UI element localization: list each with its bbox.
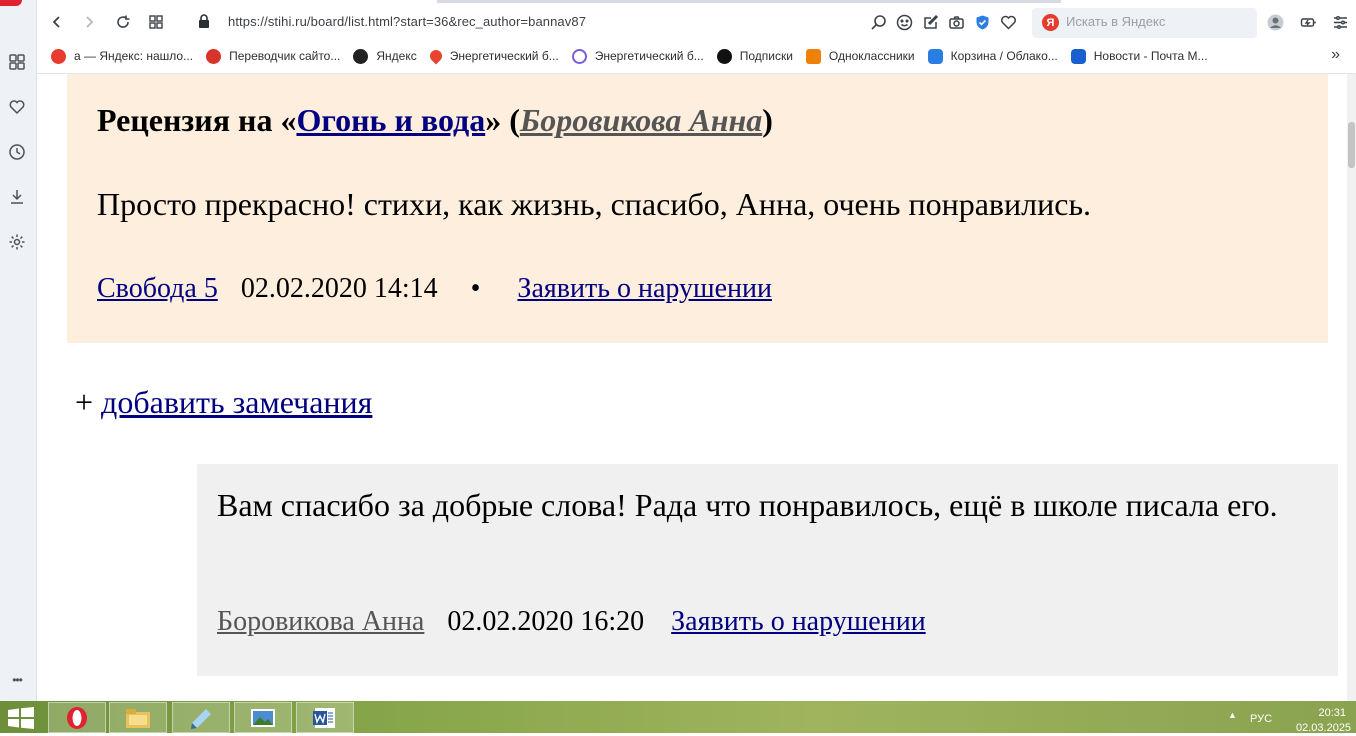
bookmark-label: Одноклассники <box>828 49 915 63</box>
review-date: 02.02.2020 14:14 <box>240 273 438 304</box>
settings-gear-icon[interactable] <box>5 230 29 254</box>
zoom-search-icon[interactable] <box>868 12 888 32</box>
bookmark-label: Энергетический б... <box>594 49 704 63</box>
bookmarks-bar: а — Яндекс: нашло... Переводчик сайто...… <box>37 44 1356 68</box>
tabs-grid-icon[interactable] <box>144 10 168 34</box>
opera-logo-corner[interactable] <box>0 0 22 6</box>
mail-bookmark-icon <box>1070 48 1086 64</box>
bookmark-label: Переводчик сайто... <box>229 49 341 63</box>
windows-taskbar: ▲ РУС 20:31 02.03.2025 <box>0 701 1356 736</box>
odnoklassniki-bookmark-icon <box>805 48 821 64</box>
add-remarks: + добавить замечания <box>75 384 372 421</box>
review-card: Рецензия на «Огонь и вода» (Боровикова А… <box>67 74 1328 343</box>
tray-time: 20:31 <box>1318 707 1346 719</box>
battery-saver-icon[interactable] <box>1298 12 1318 32</box>
scrollbar-thumb[interactable] <box>1348 122 1355 168</box>
yandex-logo-icon: Я <box>1042 14 1059 31</box>
history-clock-icon[interactable] <box>5 140 29 164</box>
reply-date: 02.02.2020 16:20 <box>447 606 645 637</box>
reviewer-link[interactable]: Свобода 5 <box>97 273 218 305</box>
review-meta: Свобода 5 02.02.2020 14:14 • Заявить о н… <box>97 273 772 305</box>
windows-start-icon[interactable] <box>6 707 36 729</box>
browser-sidebar: ••• <box>0 0 37 701</box>
bookmark-item[interactable]: а — Яндекс: нашло... <box>51 48 194 64</box>
edit-note-icon[interactable] <box>920 12 940 32</box>
globe-bookmark-icon <box>571 48 587 64</box>
address-toolbar: https://stihi.ru/board/list.html?start=3… <box>37 0 1356 44</box>
reply-author-link[interactable]: Боровикова Анна <box>217 606 424 638</box>
reply-text: Вам спасибо за добрые слова! Рада что по… <box>217 487 1278 523</box>
bookmark-label: Новости - Почта М... <box>1093 49 1208 63</box>
favorite-heart-icon[interactable] <box>998 12 1018 32</box>
bookmark-label: Корзина / Облако... <box>950 49 1058 63</box>
downloads-icon[interactable] <box>5 185 29 209</box>
bookmark-item[interactable]: Новости - Почта М... <box>1070 48 1208 64</box>
report-violation-link[interactable]: Заявить о нарушении <box>517 273 772 305</box>
poem-author-link[interactable]: Боровикова Анна <box>520 102 762 138</box>
bookmark-item[interactable]: Энергетический б... <box>571 48 704 64</box>
shield-icon[interactable] <box>972 12 992 32</box>
translator-bookmark-icon <box>206 48 222 64</box>
bookmark-item[interactable]: Подписки <box>716 48 793 64</box>
subscriptions-bookmark-icon <box>716 48 732 64</box>
speed-dial-icon[interactable] <box>5 50 29 74</box>
yandex-search-input[interactable] <box>1066 14 1246 29</box>
cloud-bookmark-icon <box>927 48 943 64</box>
tray-expand-icon[interactable]: ▲ <box>1228 710 1237 720</box>
taskbar-file-explorer-icon[interactable] <box>109 702 167 733</box>
bookmark-label: Энергетический б... <box>449 49 559 63</box>
bookmark-item[interactable]: Энергетический б... <box>427 47 559 65</box>
sidebar-more-icon[interactable]: ••• <box>5 668 29 692</box>
easy-setup-menu-icon[interactable] <box>1330 12 1350 32</box>
tray-clock[interactable]: 20:31 02.03.2025 <box>1296 706 1352 736</box>
bookmark-item[interactable]: Одноклассники <box>805 48 915 64</box>
active-tab-indicator <box>437 0 1061 3</box>
reply-card: Вам спасибо за добрые слова! Рада что по… <box>197 464 1338 676</box>
review-text: Просто прекрасно! стихи, как жизнь, спас… <box>97 186 1092 222</box>
emoji-icon[interactable] <box>894 12 914 32</box>
taskbar-image-viewer-icon[interactable] <box>234 702 292 733</box>
map-pin-bookmark-icon <box>427 47 445 65</box>
meta-separator: • <box>470 273 481 304</box>
heart-icon[interactable] <box>5 95 29 119</box>
forward-arrow-icon[interactable] <box>77 10 101 34</box>
bookmark-label: Яндекс <box>376 49 417 63</box>
reload-icon[interactable] <box>111 10 135 34</box>
back-arrow-icon[interactable] <box>45 10 69 34</box>
bookmark-label: а — Яндекс: нашло... <box>74 49 194 63</box>
bookmark-item[interactable]: Корзина / Облако... <box>927 48 1058 64</box>
bookmark-label: Подписки <box>739 49 793 63</box>
review-title: Рецензия на «Огонь и вода» (Боровикова А… <box>97 102 773 139</box>
review-title-suffix: ) <box>762 102 773 138</box>
reply-report-violation-link[interactable]: Заявить о нарушении <box>671 606 926 638</box>
poem-title-link[interactable]: Огонь и вода <box>296 102 485 138</box>
profile-avatar-icon[interactable] <box>1265 12 1285 32</box>
page-content: Рецензия на «Огонь и вода» (Боровикова А… <box>37 74 1347 701</box>
bookmarks-overflow-chevron-icon[interactable]: » <box>1331 46 1340 64</box>
bookmark-item[interactable]: Яндекс <box>353 48 417 64</box>
yandex-bookmark-icon <box>51 48 66 64</box>
add-remarks-link[interactable]: добавить замечания <box>101 384 372 420</box>
yandex-bookmark-icon <box>353 48 369 64</box>
camera-icon[interactable] <box>946 12 966 32</box>
bookmark-item[interactable]: Переводчик сайто... <box>206 48 341 64</box>
review-title-prefix: Рецензия на « <box>97 102 297 138</box>
review-title-mid: » ( <box>485 102 520 138</box>
address-field[interactable]: https://stihi.ru/board/list.html?start=3… <box>228 14 586 29</box>
plus-icon: + <box>75 384 94 420</box>
tray-date: 02.03.2025 <box>1296 722 1352 734</box>
tray-language[interactable]: РУС <box>1250 713 1272 725</box>
reply-meta: Боровикова Анна 02.02.2020 16:20 Заявить… <box>217 606 926 638</box>
page-scrollbar[interactable] <box>1347 74 1356 701</box>
lock-icon[interactable] <box>197 13 211 29</box>
taskbar-word-icon[interactable] <box>296 702 354 733</box>
taskbar-opera-icon[interactable] <box>48 702 106 733</box>
taskbar-notepad-icon[interactable] <box>172 702 230 733</box>
yandex-search-box[interactable]: Я <box>1032 8 1257 38</box>
